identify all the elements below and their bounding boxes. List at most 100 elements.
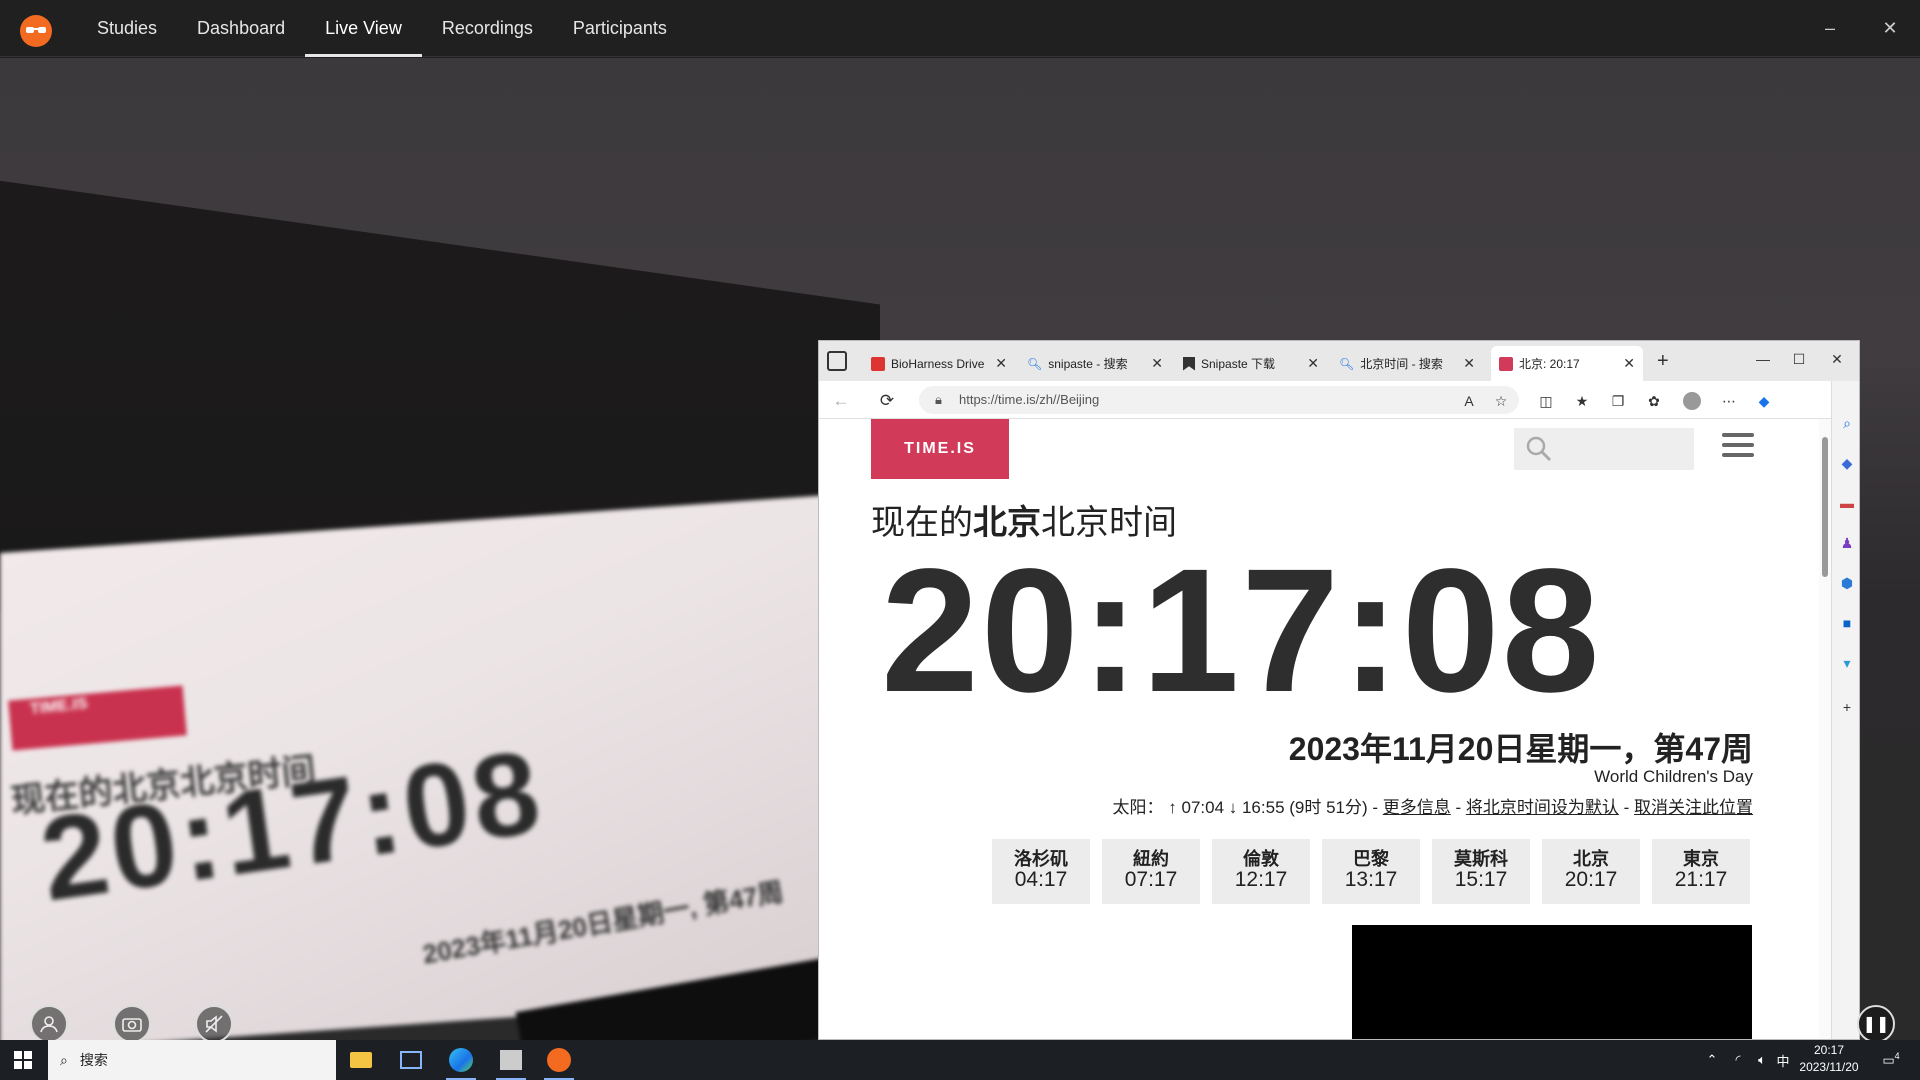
windows-start-icon[interactable] bbox=[0, 1040, 46, 1080]
city-name: 紐約 bbox=[1133, 849, 1169, 869]
close-icon[interactable]: ✕ bbox=[995, 355, 1007, 372]
more-info-link[interactable]: 更多信息 bbox=[1383, 798, 1451, 817]
tab-participants[interactable]: Participants bbox=[553, 0, 687, 57]
copilot-icon[interactable]: ◆ bbox=[1754, 391, 1774, 411]
microsoft365-icon[interactable]: ⬢ bbox=[1837, 573, 1857, 593]
pause-button[interactable]: ❚❚ bbox=[1857, 1005, 1895, 1043]
lock-icon: 🔒︎ bbox=[935, 392, 942, 407]
tab-recordings[interactable]: Recordings bbox=[422, 0, 553, 57]
separator: - bbox=[1450, 798, 1466, 817]
extensions-icon[interactable]: ✿ bbox=[1644, 391, 1664, 411]
browser-tab[interactable]: BioHarness Drive ✕ bbox=[863, 346, 1015, 381]
sun-times: ↑ 07:04 ↓ 16:55 (9时 51分) - bbox=[1168, 798, 1379, 817]
mute-icon[interactable] bbox=[195, 1005, 233, 1040]
address-bar-row: ← ⟳ 🔒︎ https://time.is/zh//Beijing A ☆ ◫… bbox=[819, 381, 1859, 419]
read-aloud-icon[interactable]: A bbox=[1459, 391, 1479, 411]
refresh-icon[interactable]: ⟳ bbox=[875, 389, 899, 413]
site-search-input[interactable] bbox=[1514, 428, 1694, 470]
tab-studies[interactable]: Studies bbox=[77, 0, 177, 57]
hamburger-menu-icon[interactable] bbox=[1722, 433, 1754, 459]
world-clock-list: 洛杉矶 04:17 紐約 07:17 倫敦 12:17 巴黎 13:17 莫斯科 15:1… bbox=[992, 839, 1750, 904]
browser-maximize-icon[interactable]: ☐ bbox=[1781, 345, 1817, 373]
city-clock[interactable]: 莫斯科 15:17 bbox=[1432, 839, 1530, 904]
edge-browser-icon[interactable] bbox=[438, 1040, 484, 1080]
browser-minimize-icon[interactable]: — bbox=[1745, 345, 1781, 373]
close-icon[interactable]: ✕ bbox=[1307, 355, 1319, 372]
games-icon[interactable]: ♟ bbox=[1837, 533, 1857, 553]
url-field[interactable]: 🔒︎ https://time.is/zh//Beijing bbox=[919, 386, 1519, 414]
collections-icon[interactable]: ❐ bbox=[1608, 391, 1628, 411]
camera-icon[interactable] bbox=[113, 1005, 151, 1040]
browser-tab[interactable]: 🔍︎ snipaste - 搜索 ✕ bbox=[1019, 346, 1171, 381]
city-clock[interactable]: 洛杉矶 04:17 bbox=[992, 839, 1090, 904]
new-tab-icon[interactable]: + bbox=[1657, 350, 1669, 373]
browser-tab-title: Snipaste 下载 bbox=[1201, 357, 1276, 371]
volume-muted-icon[interactable]: 🔈︎ bbox=[1750, 1040, 1774, 1080]
pdf-icon bbox=[871, 356, 885, 371]
notification-count: 4 bbox=[1894, 1051, 1900, 1062]
city-clock[interactable]: 東京 21:17 bbox=[1652, 839, 1750, 904]
favorite-star-icon[interactable]: ☆ bbox=[1491, 391, 1511, 411]
outlook-icon[interactable]: ■ bbox=[1837, 613, 1857, 633]
browser-tab-active[interactable]: 北京: 20:17 ✕ bbox=[1491, 346, 1643, 381]
more-menu-icon[interactable]: ⋯ bbox=[1719, 391, 1739, 411]
close-icon[interactable]: ✕ bbox=[1463, 355, 1475, 372]
ad-banner[interactable] bbox=[1352, 925, 1752, 1039]
browser-tab-strip: BioHarness Drive ✕ 🔍︎ snipaste - 搜索 ✕ Sn… bbox=[819, 341, 1859, 381]
bookmark-icon bbox=[1183, 356, 1195, 371]
task-view-icon[interactable] bbox=[388, 1040, 434, 1080]
browser-tab[interactable]: 🔍︎ 北京时间 - 搜索 ✕ bbox=[1331, 346, 1483, 381]
sidebar-search-icon[interactable]: ⌕ bbox=[1837, 413, 1857, 433]
city-time: 12:17 bbox=[1234, 868, 1288, 891]
shopping-tag-icon[interactable]: ◆ bbox=[1837, 453, 1857, 473]
minimize-button[interactable]: – bbox=[1805, 0, 1855, 57]
city-clock[interactable]: 紐約 07:17 bbox=[1102, 839, 1200, 904]
browser-tab[interactable]: Snipaste 下载 ✕ bbox=[1175, 346, 1327, 381]
city-name: 巴黎 bbox=[1353, 849, 1389, 869]
notification-icon[interactable]: ▭4 bbox=[1876, 1040, 1906, 1080]
city-time: 15:17 bbox=[1454, 868, 1508, 891]
file-explorer-icon[interactable] bbox=[338, 1040, 384, 1080]
close-icon[interactable]: ✕ bbox=[1623, 355, 1635, 372]
city-clock[interactable]: 巴黎 13:17 bbox=[1322, 839, 1420, 904]
close-icon[interactable]: ✕ bbox=[1151, 355, 1163, 372]
page-scrollbar[interactable] bbox=[1819, 419, 1831, 1039]
taskbar-search-placeholder: 搜索 bbox=[79, 1052, 108, 1068]
sun-info: 太阳： ↑ 07:04 ↓ 16:55 (9时 51分) - 更多信息 - 将北… bbox=[1113, 793, 1753, 818]
split-screen-icon[interactable]: ◫ bbox=[1536, 391, 1556, 411]
back-icon[interactable]: ← bbox=[829, 389, 853, 413]
tab-actions-icon[interactable] bbox=[827, 351, 847, 371]
scroll-thumb[interactable] bbox=[1822, 437, 1828, 577]
tools-icon[interactable]: ▬ bbox=[1837, 493, 1857, 513]
city-time: 21:17 bbox=[1674, 868, 1728, 891]
city-name: 東京 bbox=[1683, 849, 1719, 869]
url-text: https://time.is/zh//Beijing bbox=[959, 392, 1100, 407]
tab-dashboard[interactable]: Dashboard bbox=[177, 0, 305, 57]
timeis-icon bbox=[1499, 356, 1513, 371]
tab-live-view[interactable]: Live View bbox=[305, 0, 422, 57]
recording-app-icon[interactable] bbox=[536, 1040, 582, 1080]
chevron-up-icon[interactable]: ⌃ bbox=[1700, 1040, 1724, 1080]
city-clock[interactable]: 北京 20:17 bbox=[1542, 839, 1640, 904]
unfollow-link[interactable]: 取消关注此位置 bbox=[1634, 798, 1753, 817]
wifi-icon[interactable]: ◜ bbox=[1726, 1040, 1750, 1080]
profile-avatar-icon[interactable] bbox=[1682, 391, 1702, 411]
browser-tab-title: BioHarness Drive bbox=[891, 356, 985, 371]
browser-tab-title: snipaste - 搜索 bbox=[1048, 357, 1128, 371]
taskbar-clock[interactable]: 20:17 2023/11/20 bbox=[1786, 1042, 1872, 1076]
app-window-icon[interactable] bbox=[488, 1040, 534, 1080]
windows-taskbar: ⌕ 搜索 ⌃ ◜ 🔈︎ 中 20:17 2023/11/20 ▭4 bbox=[0, 1040, 1920, 1080]
favorites-icon[interactable]: ★ bbox=[1572, 391, 1592, 411]
city-time: 20:17 bbox=[1564, 868, 1618, 891]
add-sidebar-icon[interactable]: + bbox=[1837, 697, 1857, 717]
site-logo[interactable]: TIME.IS bbox=[871, 419, 1009, 479]
city-clock[interactable]: 倫敦 12:17 bbox=[1212, 839, 1310, 904]
set-default-link[interactable]: 将北京时间设为默认 bbox=[1466, 798, 1619, 817]
participant-icon[interactable] bbox=[30, 1005, 68, 1040]
drop-icon[interactable]: ▾ bbox=[1837, 653, 1857, 673]
app-logo-icon[interactable] bbox=[20, 15, 52, 47]
close-button[interactable]: ✕ bbox=[1865, 0, 1915, 57]
taskbar-search-input[interactable]: ⌕ 搜索 bbox=[48, 1040, 336, 1080]
browser-window: BioHarness Drive ✕ 🔍︎ snipaste - 搜索 ✕ Sn… bbox=[818, 340, 1860, 1040]
browser-close-icon[interactable]: ✕ bbox=[1819, 345, 1855, 373]
